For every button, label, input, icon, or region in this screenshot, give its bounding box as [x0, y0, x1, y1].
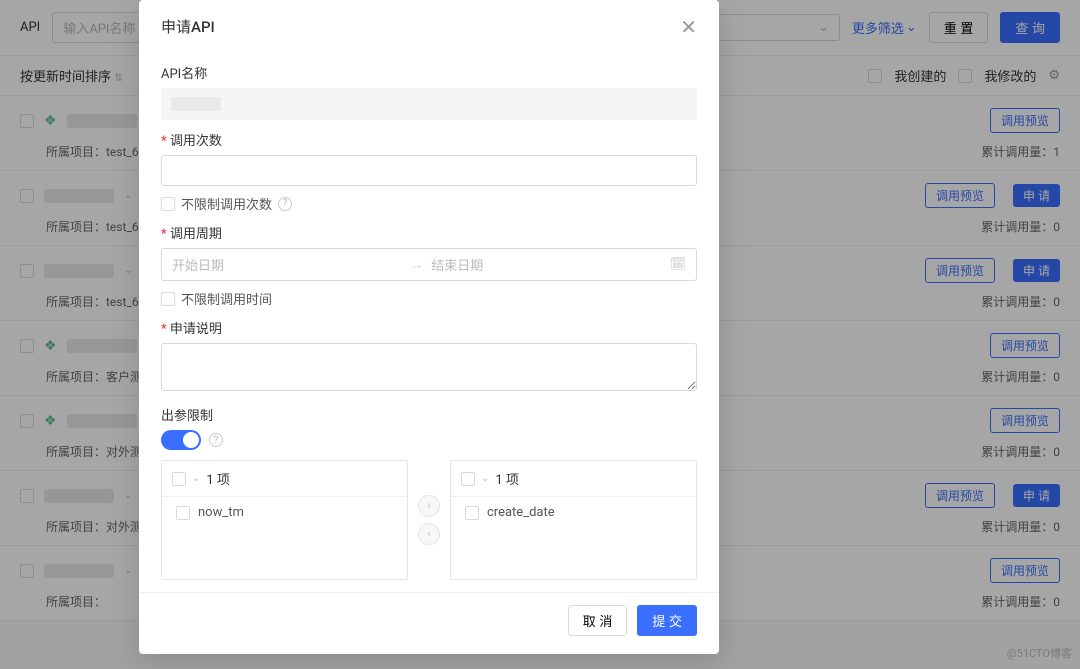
left-select-all-checkbox[interactable] [172, 472, 186, 486]
apply-api-modal: 申请API ✕ API名称 调用次数 不限制调用次数 ? 调用周期 开始日期 →… [139, 0, 719, 654]
call-count-input[interactable] [161, 155, 697, 186]
help-icon[interactable]: ? [209, 433, 223, 447]
list-item[interactable]: create_date [451, 497, 696, 528]
list-item[interactable]: now_tm [162, 497, 407, 528]
item-label: create_date [487, 505, 555, 520]
arrow-right-icon: → [410, 257, 423, 273]
right-count: 1 项 [495, 469, 519, 488]
api-name-field-label: API名称 [161, 63, 697, 82]
item-label: now_tm [198, 505, 244, 520]
close-icon[interactable]: ✕ [680, 17, 697, 37]
desc-label: 申请说明 [161, 318, 697, 337]
transfer-right-panel: ⌄ 1 项 create_date [450, 460, 697, 580]
unlimited-time-label: 不限制调用时间 [181, 289, 272, 308]
help-icon[interactable]: ? [278, 197, 292, 211]
start-date-placeholder: 开始日期 [172, 255, 402, 274]
left-count: 1 项 [206, 469, 230, 488]
calendar-icon: 🗓 [670, 257, 687, 272]
transfer-widget: ⌄ 1 项 now_tm › ‹ ⌄ 1 项 [161, 460, 697, 580]
unlimited-count-label: 不限制调用次数 [181, 194, 272, 213]
unlimited-count-checkbox[interactable] [161, 197, 175, 211]
output-limit-label: 出参限制 [161, 405, 697, 424]
end-date-placeholder: 结束日期 [431, 255, 661, 274]
item-checkbox[interactable] [465, 506, 479, 520]
item-checkbox[interactable] [176, 506, 190, 520]
transfer-right-button[interactable]: › [418, 495, 440, 517]
period-label: 调用周期 [161, 223, 697, 242]
desc-textarea[interactable] [161, 343, 697, 391]
api-name-readonly [161, 88, 697, 120]
chevron-down-icon[interactable]: ⌄ [481, 473, 489, 484]
transfer-left-button[interactable]: ‹ [418, 523, 440, 545]
call-count-label: 调用次数 [161, 130, 697, 149]
date-range-picker[interactable]: 开始日期 → 结束日期 🗓 [161, 248, 697, 281]
submit-button[interactable]: 提 交 [637, 605, 697, 636]
unlimited-time-checkbox[interactable] [161, 292, 175, 306]
cancel-button[interactable]: 取 消 [568, 605, 628, 636]
chevron-down-icon[interactable]: ⌄ [192, 473, 200, 484]
right-select-all-checkbox[interactable] [461, 472, 475, 486]
modal-title: 申请API [161, 16, 215, 37]
output-limit-toggle[interactable] [161, 430, 201, 450]
transfer-left-panel: ⌄ 1 项 now_tm [161, 460, 408, 580]
